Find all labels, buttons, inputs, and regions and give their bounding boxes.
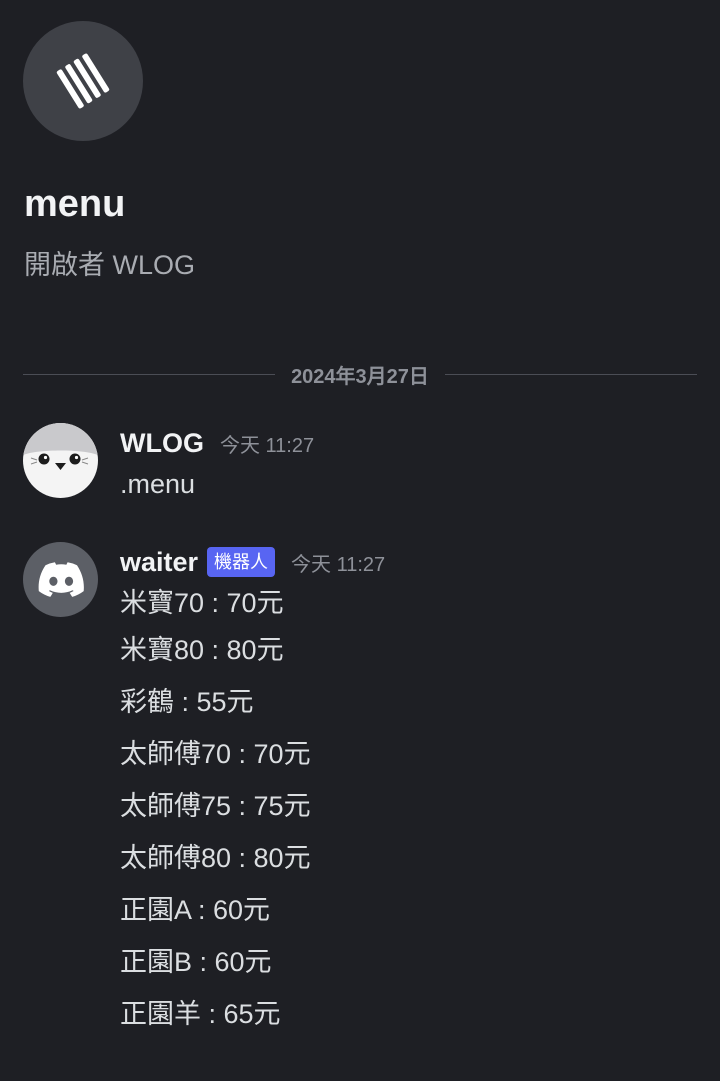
menu-line: 正園羊 : 65元 [120,999,281,1029]
bot-badge: 機器人 [207,547,276,577]
threads-icon [23,21,143,141]
channel-title: menu [24,183,126,225]
date-divider: 2024年3月27日 [23,356,697,392]
message-timestamp: 今天 11:27 [219,434,315,457]
message-body: WLOG 今天 11:27 .menu [120,423,703,505]
menu-line: 太師傅70 : 70元 [120,739,311,769]
menu-line: 太師傅80 : 80元 [120,843,311,873]
message-header: waiter 機器人 今天 11:27 [120,542,703,582]
author-name[interactable]: waiter [120,547,198,578]
menu-line: 彩鶴 : 55元 [120,687,254,717]
divider-date: 2024年3月27日 [291,365,429,388]
message-text: .menu [120,469,196,499]
message-header: WLOG 今天 11:27 [120,423,703,463]
seal-avatar[interactable] [23,423,98,498]
menu-line: 米寶80 : 80元 [120,635,284,665]
divider-line-left [23,373,276,375]
menu-line: 正園A : 60元 [120,895,271,925]
message-body: waiter 機器人 今天 11:27 米寶70 : 70元 米寶80 : 80… [120,542,703,1040]
menu-line: 米寶70 : 70元 [120,588,284,618]
divider-line-right [444,373,697,375]
author-name[interactable]: WLOG [120,428,204,459]
discord-logo-icon [38,561,84,597]
message-timestamp: 今天 11:27 [291,553,386,576]
discord-logo-avatar[interactable] [23,542,98,617]
menu-line: 正園B : 60元 [120,947,272,977]
thread-opener-text: 開啟者 WLOG [24,250,196,280]
menu-line: 太師傅75 : 75元 [120,791,311,821]
thread-view: menu 開啟者 WLOG 2024年3月27日 WLOG 今天 11:27 .… [0,0,720,1081]
